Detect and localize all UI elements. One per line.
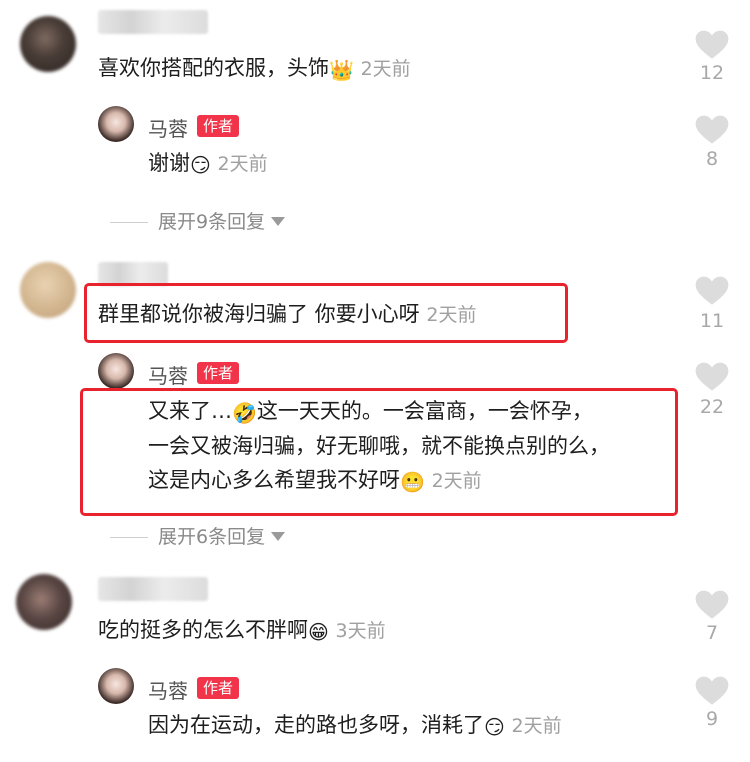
heart-icon[interactable] <box>695 676 729 706</box>
like-count: 12 <box>699 62 725 84</box>
reply-time: 2天前 <box>217 153 268 175</box>
author-name[interactable]: 马蓉 <box>148 113 188 142</box>
reply-text-line-3: 这是内心多么希望我不好呀😬 2天前 <box>148 462 482 500</box>
divider-dash <box>110 222 148 223</box>
commenter-avatar[interactable] <box>20 262 76 318</box>
reply-time: 2天前 <box>511 715 562 737</box>
comment-text: 喜欢你搭配的衣服，头饰👑 2天前 <box>98 50 411 88</box>
like-count: 22 <box>699 396 725 418</box>
comment-text: 吃的挺多的怎么不胖啊😁 3天前 <box>98 612 386 650</box>
author-badge: 作者 <box>197 115 240 137</box>
chevron-down-icon <box>271 217 286 226</box>
rofl-emoji-icon: 🤣 <box>232 401 257 425</box>
reply-text: 因为在运动，走的路也多呀，消耗了😏 2天前 <box>148 707 562 745</box>
author-avatar[interactable] <box>98 353 134 389</box>
heart-icon[interactable] <box>695 590 729 620</box>
grimace-emoji-icon: 😬 <box>400 470 425 494</box>
like-count: 9 <box>705 708 719 730</box>
author-avatar[interactable] <box>98 668 134 704</box>
comment-time: 2天前 <box>360 58 411 80</box>
chevron-down-icon <box>271 532 286 541</box>
heart-icon[interactable] <box>695 30 729 60</box>
author-name[interactable]: 马蓉 <box>148 675 188 704</box>
author-name[interactable]: 马蓉 <box>148 360 188 389</box>
commenter-avatar[interactable] <box>20 16 76 72</box>
like-count: 7 <box>705 622 719 644</box>
comment-time: 2天前 <box>426 304 477 326</box>
commenter-avatar[interactable] <box>16 574 72 630</box>
heart-icon[interactable] <box>695 115 729 145</box>
comment-text: 群里都说你被海归骗了 你要小心呀 2天前 <box>98 302 477 326</box>
commenter-name-blurred[interactable] <box>98 10 208 34</box>
heart-icon[interactable] <box>695 276 729 306</box>
commenter-name-blurred[interactable] <box>98 577 208 601</box>
grin-emoji-icon: 😁 <box>308 620 329 644</box>
crown-emoji-icon: 👑 <box>329 58 354 82</box>
smirk-emoji-icon: 😏 <box>484 715 505 739</box>
reply-time: 2天前 <box>431 470 482 492</box>
reply-text-line-2: 一会又被海归骗，好无聊哦，就不能换点别的么， <box>148 434 610 458</box>
like-count: 8 <box>705 148 719 170</box>
reply-text: 谢谢😏 2天前 <box>148 145 268 183</box>
author-badge: 作者 <box>197 362 240 384</box>
author-avatar[interactable] <box>98 106 134 142</box>
expand-replies[interactable]: 展开6条回复 <box>110 522 286 549</box>
like-count: 11 <box>699 310 725 332</box>
author-badge: 作者 <box>197 677 240 699</box>
comment-time: 3天前 <box>335 620 386 642</box>
heart-icon[interactable] <box>695 362 729 392</box>
divider-dash <box>110 537 148 538</box>
reply-text-line-1: 又来了…🤣这一天天的。一会富商，一会怀孕， <box>148 393 593 431</box>
expand-replies[interactable]: 展开9条回复 <box>110 207 286 234</box>
smirk-emoji-icon: 😏 <box>190 153 211 177</box>
